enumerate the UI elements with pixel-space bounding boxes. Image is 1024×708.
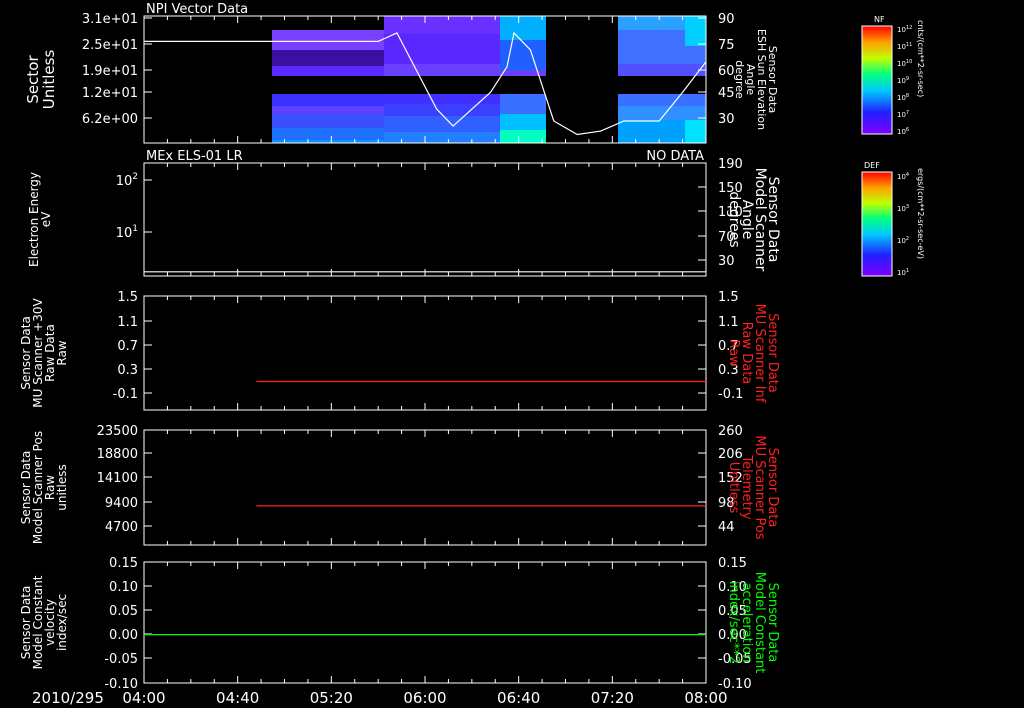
time-tick-label: 06:40 — [497, 689, 540, 707]
y2-axis-label: Sensor DataESH Sun ElevationAngledegree — [733, 29, 779, 130]
y-tick-label: 102 — [116, 172, 138, 189]
panel-frame — [143, 295, 707, 411]
y2-tick-label: 1.5 — [718, 290, 739, 305]
colorbar-tick-label: 1010 — [897, 59, 912, 68]
date-label: 2010/295 — [32, 689, 104, 707]
y-tick-label: 4700 — [105, 520, 138, 535]
y-tick-label: 18800 — [97, 447, 138, 462]
colorbar-tick-label: 109 — [897, 76, 909, 85]
y2-tick-label: -0.1 — [718, 387, 743, 402]
y-tick-label: 101 — [116, 224, 138, 241]
panel-title: NPI Vector Data — [146, 2, 248, 17]
y-tick-label: 9400 — [105, 496, 138, 511]
y-axis-label: Sensor DataModel Scanner PosRawunitless — [19, 431, 69, 544]
panel-frame — [143, 162, 707, 277]
panel-frame — [143, 429, 707, 546]
panel-5: 0.150.100.050.00-0.05-0.100.150.100.050.… — [19, 556, 780, 692]
panel-2: 1021011901501107030Electron EnergyeV Sens… — [27, 149, 781, 277]
colorbar-tick-label: 103 — [897, 204, 909, 213]
y-tick-label: 2.5e+01 — [82, 38, 138, 53]
panel-title: MEx ELS-01 LR — [146, 149, 243, 164]
colorbar-tick-label: 108 — [897, 93, 909, 102]
y2-tick-label: 44 — [718, 520, 735, 535]
colorbar-tick-label: 104 — [897, 172, 909, 181]
y-axis-label: SectorUnitless — [24, 50, 58, 110]
colorbar-tick-label: 1012 — [897, 25, 912, 34]
y-tick-label: 23500 — [97, 424, 138, 439]
y2-tick-label: 1.1 — [718, 315, 739, 330]
y-tick-label: 0.00 — [109, 628, 138, 643]
y-axis-label: Sensor DataMU Scanner +30VRaw DataRaw — [19, 298, 69, 408]
y-tick-label: 0.05 — [109, 604, 138, 619]
y-axis-label: Sensor DataModel Constantvelocityindex/s… — [19, 575, 69, 669]
colorbar-nf-unit: cnts/(cm**2-sr-sec) — [916, 20, 925, 97]
y-tick-label: 1.2e+01 — [82, 86, 138, 101]
colorbar-tick-label: 101 — [897, 268, 909, 277]
y-tick-label: 6.2e+00 — [82, 112, 138, 127]
y2-tick-label: 260 — [718, 424, 743, 439]
spectrogram-npi — [272, 16, 706, 143]
y-tick-label: 0.7 — [117, 339, 138, 354]
time-tick-label: 05:20 — [310, 689, 353, 707]
panel-4: 235001880014100940047002602061529844Sens… — [19, 424, 780, 546]
panel-3: 1.51.10.70.3-0.11.51.10.70.3-0.1Sensor D… — [19, 290, 780, 411]
colorbar-def-unit: ergs/(cm**2-sr-sec-eV) — [916, 168, 925, 259]
panel-frame — [143, 561, 707, 684]
y-tick-label: 1.1 — [117, 315, 138, 330]
y2-tick-label: 45 — [718, 86, 735, 101]
y-tick-label: 1.9e+01 — [82, 64, 138, 79]
y2-tick-label: 90 — [718, 12, 735, 27]
y2-tick-label: 30 — [718, 254, 735, 269]
colorbar-def-label: DEF — [864, 161, 880, 170]
time-tick-label: 04:00 — [122, 689, 165, 707]
y-tick-label: 1.5 — [117, 290, 138, 305]
y-tick-label: 3.1e+01 — [82, 12, 138, 27]
y2-tick-label: 75 — [718, 38, 735, 53]
colorbar-def: DEF 104 103 102 101 ergs/(cm**2-sr-sec-eV) — [861, 161, 925, 277]
time-tick-label: 08:00 — [684, 689, 727, 707]
y2-tick-label: 60 — [718, 64, 735, 79]
y-tick-label: -0.1 — [113, 387, 138, 402]
plot-canvas: 3.1e+01 2.5e+01 1.9e+01 1.2e+01 6.2e+00 90 75 6… — [19, 2, 925, 707]
colorbar-tick-label: 102 — [897, 236, 909, 245]
y-tick-label: 0.15 — [109, 556, 138, 571]
panel-status: NO DATA — [646, 149, 704, 164]
y-tick-label: -0.05 — [104, 652, 138, 667]
time-tick-label: 04:40 — [216, 689, 259, 707]
y-tick-label: 0.10 — [109, 580, 138, 595]
time-tick-label: 07:20 — [591, 689, 634, 707]
y2-tick-label: 0.15 — [718, 556, 747, 571]
colorbar-nf-label: NF — [874, 15, 885, 24]
colorbar-tick-label: 106 — [897, 127, 909, 136]
y-axis-label: Electron EnergyeV — [27, 172, 53, 267]
colorbar-tick-label: 107 — [897, 110, 909, 119]
y-tick-label: 0.3 — [117, 363, 138, 378]
time-tick-label: 06:00 — [403, 689, 446, 707]
y2-tick-label: 190 — [718, 157, 743, 172]
colorbar-nf: NF 1012 1011 1010 109 108 107 106 cnts/(cm**2-… — [861, 15, 925, 136]
y2-tick-label: 30 — [718, 112, 735, 127]
colorbar-tick-label: 1011 — [897, 42, 912, 51]
y2-axis-label: Sensor DataModel Constantaccelerationind… — [726, 572, 780, 674]
y-tick-label: 14100 — [97, 471, 138, 486]
